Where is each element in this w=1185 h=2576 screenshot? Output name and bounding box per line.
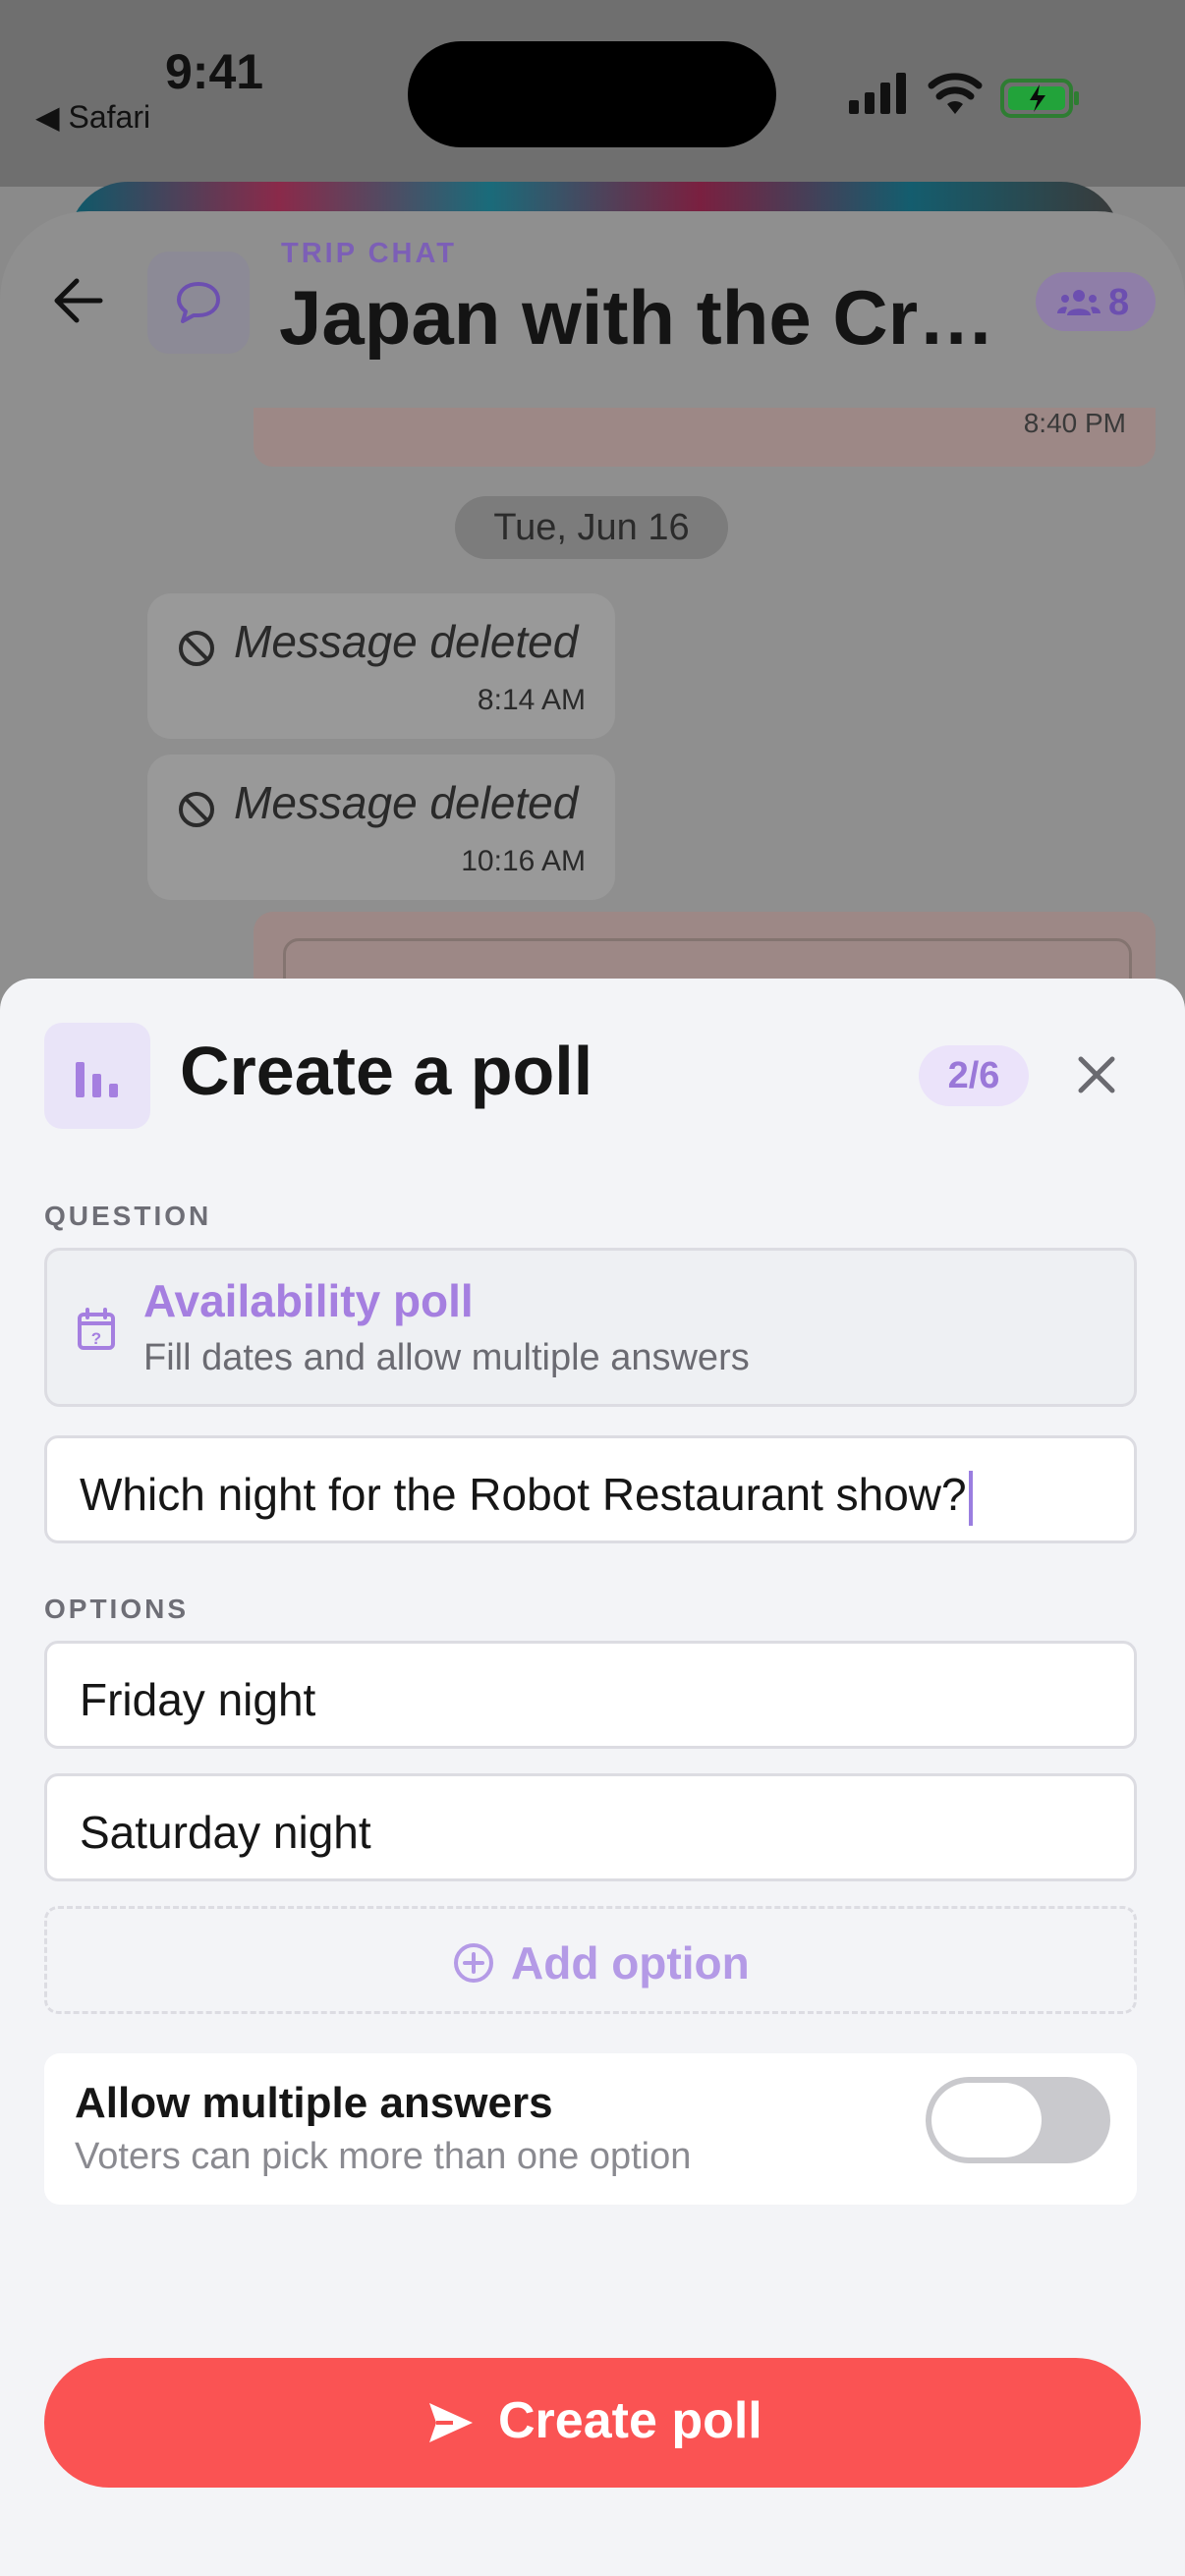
option-input[interactable]: Saturday night — [44, 1773, 1137, 1881]
multiple-answers-subtitle: Voters can pick more than one option — [75, 2136, 692, 2177]
option-input[interactable]: Friday night — [44, 1641, 1137, 1749]
message-time: 10:16 AM — [461, 845, 586, 877]
option-input-value[interactable]: Saturday night — [80, 1806, 371, 1859]
calendar-question-icon: ? — [78, 1308, 115, 1350]
create-poll-sheet: Create a poll 2/6 QUESTION ? Availabilit… — [0, 979, 1185, 2576]
chat-bubble-icon — [177, 282, 220, 323]
close-icon[interactable] — [1069, 1047, 1124, 1102]
create-poll-label: Create poll — [498, 2392, 762, 2449]
availability-poll-subtitle: Fill dates and allow multiple answers — [143, 1337, 750, 1378]
send-icon — [429, 2403, 473, 2442]
deleted-message: Message deleted 8:14 AM — [147, 593, 615, 739]
create-poll-button[interactable]: Create poll — [44, 2358, 1141, 2488]
deleted-message-text: Message deleted — [234, 616, 579, 667]
deleted-icon — [179, 792, 214, 827]
battery-charging-icon — [1000, 79, 1079, 118]
text-cursor — [968, 1470, 973, 1526]
availability-poll-card[interactable]: ? Availability poll Fill dates and allow… — [44, 1248, 1137, 1407]
wifi-icon — [928, 73, 983, 114]
date-separator: Tue, Jun 16 — [455, 496, 728, 559]
svg-text:?: ? — [91, 1329, 101, 1348]
chat-title: Japan with the Cr… — [279, 274, 995, 361]
trip-chat-label: TRIP CHAT — [281, 238, 457, 269]
step-indicator: 2/6 — [919, 1045, 1029, 1106]
message-time: 8:14 AM — [477, 684, 586, 716]
message-time: 8:40 PM — [1023, 408, 1126, 438]
multiple-answers-toggle[interactable] — [926, 2077, 1110, 2163]
back-to-safari-link[interactable]: ◀ Safari — [35, 98, 150, 136]
poll-badge — [44, 1023, 150, 1129]
dynamic-island — [408, 41, 776, 147]
multiple-answers-title: Allow multiple answers — [75, 2079, 553, 2127]
cellular-signal-icon — [849, 73, 906, 114]
add-option-label: Add option — [511, 1937, 750, 1988]
add-option-button[interactable]: Add option — [44, 1906, 1137, 2014]
back-arrow-icon[interactable] — [51, 273, 106, 328]
status-bar: 9:41 ◀ Safari — [0, 0, 1185, 187]
sheet-title: Create a poll — [180, 1033, 593, 1109]
plus-circle-icon — [454, 1943, 493, 1983]
deleted-message: Message deleted 10:16 AM — [147, 755, 615, 900]
member-count: 8 — [1108, 282, 1130, 323]
availability-poll-title: Availability poll — [143, 1275, 474, 1326]
bar-chart-icon — [76, 1062, 118, 1097]
status-time: 9:41 — [165, 44, 264, 99]
question-section-label: QUESTION — [44, 1201, 212, 1231]
toggle-knob — [931, 2083, 1042, 2157]
multiple-answers-setting: Allow multiple answers Voters can pick m… — [44, 2053, 1137, 2205]
deleted-icon — [179, 631, 214, 666]
option-input-value[interactable]: Friday night — [80, 1673, 315, 1726]
members-button[interactable]: 8 — [1036, 272, 1156, 331]
message-bubble-own: 8:40 PM — [254, 408, 1156, 467]
chat-badge — [147, 252, 250, 354]
question-input[interactable]: Which night for the Robot Restaurant sho… — [44, 1435, 1137, 1543]
deleted-message-text: Message deleted — [234, 777, 579, 828]
options-section-label: OPTIONS — [44, 1594, 190, 1624]
question-input-value[interactable]: Which night for the Robot Restaurant sho… — [80, 1469, 967, 1520]
group-icon — [1057, 290, 1100, 315]
